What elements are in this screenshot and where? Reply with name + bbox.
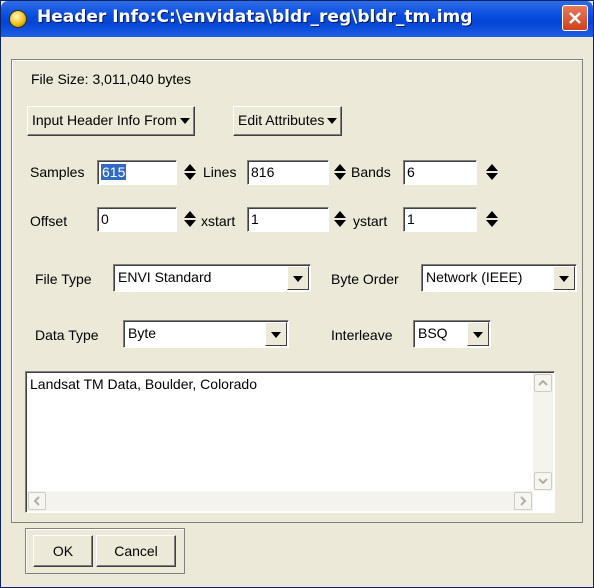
- interleave-select[interactable]: BSQ: [413, 320, 491, 348]
- chevron-left-icon: [33, 496, 40, 506]
- vertical-scrollbar[interactable]: [533, 373, 553, 491]
- lines-label: Lines: [203, 164, 237, 180]
- bands-value: 6: [407, 164, 415, 180]
- file-type-label: File Type: [35, 271, 92, 287]
- file-type-select[interactable]: ENVI Standard: [113, 264, 311, 292]
- input-header-info-label: Input Header Info From: [32, 112, 177, 128]
- close-button[interactable]: [562, 5, 588, 31]
- data-type-value: Byte: [128, 325, 157, 341]
- edit-attributes-label: Edit Attributes: [238, 112, 325, 128]
- window-title: Header Info:C:\envidata\bldr_reg\bldr_tm…: [37, 7, 473, 27]
- byte-order-label: Byte Order: [331, 271, 399, 287]
- lines-value: 816: [251, 164, 275, 180]
- scroll-left-button[interactable]: [28, 492, 46, 510]
- data-type-select[interactable]: Byte: [123, 320, 289, 348]
- close-icon: [569, 12, 581, 24]
- ok-button[interactable]: OK: [33, 535, 93, 567]
- ystart-label: ystart: [353, 213, 388, 229]
- xstart-value: 1: [251, 211, 259, 227]
- ystart-value: 1: [407, 211, 415, 227]
- dropdown-arrow-icon[interactable]: [467, 322, 489, 346]
- xstart-field[interactable]: 1: [247, 207, 329, 232]
- offset-field[interactable]: 0: [97, 207, 177, 232]
- menu-arrow-icon: [327, 118, 338, 125]
- bands-label: Bands: [351, 164, 391, 180]
- cancel-button[interactable]: Cancel: [96, 535, 176, 567]
- xstart-spinner[interactable]: [333, 207, 347, 231]
- dropdown-arrow-icon[interactable]: [265, 322, 287, 346]
- samples-value: 615: [101, 164, 127, 180]
- ystart-field[interactable]: 1: [403, 207, 477, 232]
- offset-label: Offset: [30, 213, 68, 229]
- scroll-right-button[interactable]: [514, 492, 532, 510]
- chevron-up-icon: [538, 379, 548, 386]
- byte-order-value: Network (IEEE): [426, 269, 523, 285]
- interleave-label: Interleave: [331, 327, 393, 343]
- file-type-value: ENVI Standard: [118, 269, 212, 285]
- ystart-spinner[interactable]: [485, 207, 499, 231]
- lines-field[interactable]: 816: [247, 160, 329, 185]
- chevron-down-icon: [538, 478, 548, 485]
- interleave-value: BSQ: [418, 325, 448, 341]
- offset-spinner[interactable]: [183, 207, 197, 231]
- edit-attributes-menu[interactable]: Edit Attributes: [233, 106, 343, 136]
- bands-spinner[interactable]: [485, 160, 499, 184]
- action-button-frame: OK Cancel: [25, 528, 185, 574]
- title-bar[interactable]: Header Info:C:\envidata\bldr_reg\bldr_tm…: [1, 1, 593, 37]
- samples-field[interactable]: 615: [97, 160, 177, 185]
- dropdown-arrow-icon[interactable]: [553, 266, 575, 290]
- description-textarea[interactable]: Landsat TM Data, Boulder, Colorado: [25, 371, 555, 513]
- input-header-info-menu[interactable]: Input Header Info From: [27, 106, 195, 136]
- data-type-label: Data Type: [35, 327, 99, 343]
- xstart-label: xstart: [201, 213, 236, 229]
- file-size-label: File Size: 3,011,040 bytes: [31, 71, 192, 87]
- chevron-right-icon: [520, 496, 527, 506]
- menu-arrow-icon: [179, 118, 190, 125]
- dropdown-arrow-icon[interactable]: [287, 266, 309, 290]
- description-text: Landsat TM Data, Boulder, Colorado: [30, 376, 257, 392]
- bands-field[interactable]: 6: [403, 160, 477, 185]
- byte-order-select[interactable]: Network (IEEE): [421, 264, 577, 292]
- lines-spinner[interactable]: [333, 160, 347, 184]
- offset-value: 0: [101, 211, 109, 227]
- samples-spinner[interactable]: [183, 160, 197, 184]
- scroll-up-button[interactable]: [534, 374, 552, 392]
- app-globe-icon: [9, 10, 27, 28]
- horizontal-scrollbar[interactable]: [27, 491, 533, 511]
- header-info-dialog: Header Info:C:\envidata\bldr_reg\bldr_tm…: [0, 0, 594, 588]
- samples-label: Samples: [30, 164, 85, 180]
- scroll-down-button[interactable]: [534, 472, 552, 490]
